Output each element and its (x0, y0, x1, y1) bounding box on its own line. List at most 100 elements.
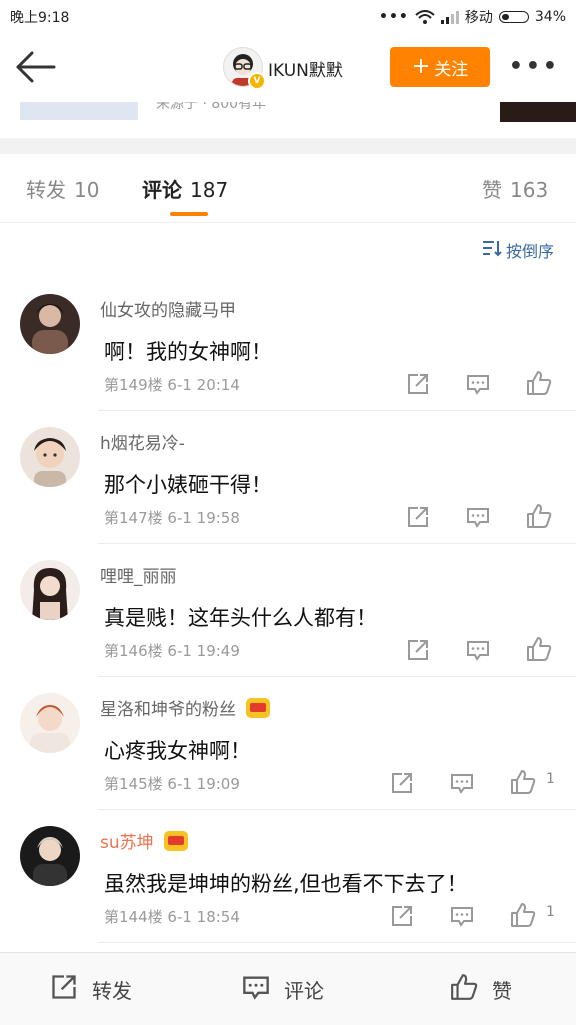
commenter-name[interactable]: h烟花易冷- (100, 429, 185, 454)
sort-button[interactable]: 按倒序 (482, 238, 554, 262)
like-icon[interactable] (526, 370, 552, 395)
tab-comments-count: 187 (190, 178, 229, 202)
like-count: 1 (546, 904, 555, 920)
commenter-name-text: su苏坤 (100, 833, 154, 853)
header-username[interactable]: IKUN默默 (268, 56, 343, 81)
comment-text: 真是贱！这年头什么人都有！ (104, 606, 377, 630)
commenter-name[interactable]: 仙女攻的隐藏马甲 (100, 296, 236, 321)
commenter-avatar[interactable] (20, 693, 80, 753)
like-icon[interactable]: 1 (510, 902, 555, 927)
repost-label: 转发 (92, 978, 132, 1003)
repost-icon (50, 973, 78, 1006)
comment-icon[interactable] (466, 638, 490, 662)
tab-likes[interactable]: 赞 163 (482, 174, 548, 203)
comment-divider (98, 543, 576, 544)
comment-meta: 第145楼 6-1 19:09 (104, 775, 240, 793)
battery-icon (498, 11, 529, 23)
comment-icon[interactable] (466, 372, 490, 396)
commenter-avatar[interactable] (20, 294, 80, 354)
comment-divider (98, 410, 576, 411)
comment-meta: 第147楼 6-1 19:58 (104, 509, 240, 527)
like-icon[interactable] (526, 636, 552, 661)
tab-likes-count: 163 (510, 178, 549, 202)
comment-icon[interactable] (466, 505, 490, 529)
post-thumbnail (20, 102, 138, 120)
sort-label: 按倒序 (505, 242, 554, 261)
post-preview-strip[interactable]: 来源于 · 800有年 (0, 102, 576, 138)
like-count: 1 (546, 771, 555, 787)
commenter-name[interactable]: 星洛和坤爷的粉丝 (100, 695, 270, 720)
commenter-name[interactable]: 哩哩_丽丽 (100, 562, 177, 587)
commenter-name-text: 仙女攻的隐藏马甲 (100, 301, 236, 321)
comment-label: 评论 (284, 978, 324, 1003)
comment-text: 啊！我的女神啊！ (104, 340, 272, 364)
battery-percent: 34% (534, 9, 566, 25)
comment-item[interactable]: 仙女攻的隐藏马甲 啊！我的女神啊！ 第149楼 6-1 20:14 (0, 294, 576, 426)
comment-icon[interactable] (450, 771, 474, 795)
commenter-avatar[interactable] (20, 826, 80, 886)
comment-icon (242, 973, 270, 1006)
comment-meta: 第149楼 6-1 20:14 (104, 376, 240, 394)
post-thumbnail-right (500, 102, 576, 122)
carrier-label: 移动 (464, 10, 493, 26)
tab-repost-count: 10 (74, 178, 100, 202)
more-dots-icon[interactable]: ••• (509, 54, 560, 79)
comment-icon[interactable] (450, 904, 474, 928)
follow-button[interactable]: + 关注 (390, 47, 490, 87)
comment-meta: 第144楼 6-1 18:54 (104, 908, 240, 926)
like-icon (450, 973, 478, 1006)
vip-crown-icon (246, 697, 270, 718)
repost-icon[interactable] (406, 638, 430, 662)
commenter-name[interactable]: su苏坤 (100, 828, 188, 853)
tab-comments[interactable]: 评论 187 (142, 174, 228, 203)
comment-divider (98, 942, 576, 943)
comment-divider (98, 676, 576, 677)
status-bar: 晚上9:18 ••• 移动 34% (0, 0, 576, 32)
repost-icon[interactable] (406, 372, 430, 396)
repost-icon[interactable] (390, 771, 414, 795)
commenter-name-text: 哩哩_丽丽 (100, 567, 177, 587)
commenter-name-text: h烟花易冷- (100, 434, 185, 454)
comment-item[interactable]: h烟花易冷- 那个小婊砸干得！ 第147楼 6-1 19:58 (0, 427, 576, 559)
tab-likes-label: 赞 (482, 178, 502, 202)
plus-icon: + (411, 54, 431, 79)
verified-badge-icon: V (248, 72, 266, 90)
like-label: 赞 (492, 978, 512, 1003)
status-time: 晚上9:18 (10, 10, 70, 26)
notification-dots-icon: ••• (379, 9, 409, 25)
header: V IKUN默默 + 关注 ••• (0, 32, 576, 102)
bottom-action-bar: 转发 评论 赞 (0, 952, 576, 1025)
active-tab-indicator (170, 212, 208, 216)
arrow-left-icon[interactable] (14, 50, 58, 84)
commenter-avatar[interactable] (20, 427, 80, 487)
wifi-icon (415, 10, 435, 24)
comment-item[interactable]: 哩哩_丽丽 真是贱！这年头什么人都有！ 第146楼 6-1 19:49 (0, 560, 576, 692)
follow-label: 关注 (434, 59, 469, 80)
commenter-name-text: 星洛和坤爷的粉丝 (100, 700, 236, 720)
comment-text: 那个小婊砸干得！ (104, 473, 272, 497)
repost-icon[interactable] (390, 904, 414, 928)
comment-text: 虽然我是坤坤的粉丝,但也看不下去了！ (104, 872, 468, 896)
tab-comments-label: 评论 (142, 178, 182, 202)
signal-icon (440, 10, 459, 24)
comment-item[interactable]: 星洛和坤爷的粉丝 心疼我女神啊！ 第145楼 6-1 19:09 1 (0, 693, 576, 825)
comment-meta: 第146楼 6-1 19:49 (104, 642, 240, 660)
tab-repost-label: 转发 (26, 178, 66, 202)
repost-icon[interactable] (406, 505, 430, 529)
comment-text: 心疼我女神啊！ (104, 739, 251, 763)
commenter-avatar[interactable] (20, 560, 80, 620)
like-button[interactable]: 赞 (450, 953, 512, 1025)
like-icon[interactable]: 1 (510, 769, 555, 794)
status-right: ••• 移动 34% (379, 7, 566, 27)
section-divider (0, 138, 576, 154)
post-partial-text: 来源于 · 800有年 (156, 102, 267, 112)
comment-button[interactable]: 评论 (242, 953, 324, 1025)
comment-item[interactable]: su苏坤 虽然我是坤坤的粉丝,但也看不下去了！ 第144楼 6-1 18:54 … (0, 826, 576, 958)
like-icon[interactable] (526, 503, 552, 528)
comment-divider (98, 809, 576, 810)
sort-icon (482, 239, 502, 261)
repost-button[interactable]: 转发 (50, 953, 132, 1025)
vip-crown-icon (163, 830, 188, 851)
tab-repost[interactable]: 转发 10 (26, 174, 99, 203)
tab-bar: 转发 10 评论 187 赞 163 (0, 154, 576, 223)
